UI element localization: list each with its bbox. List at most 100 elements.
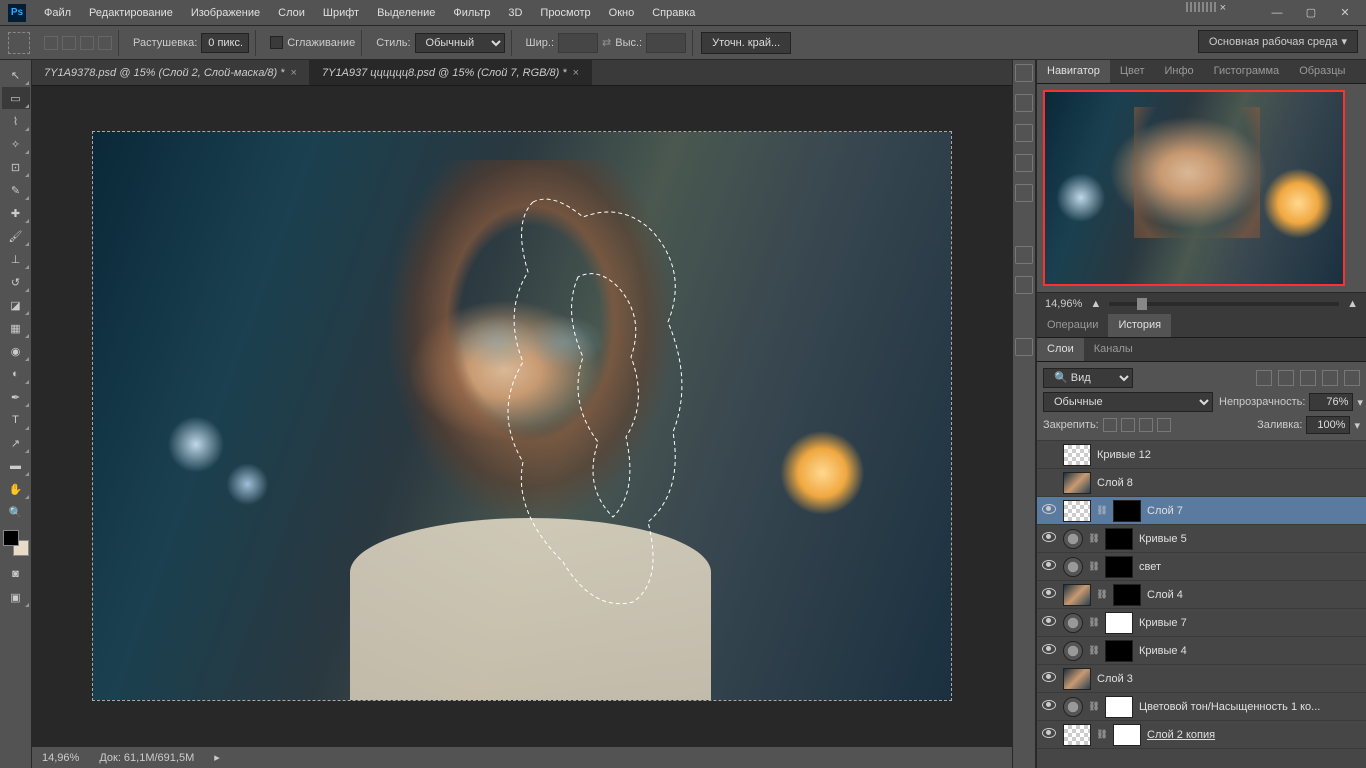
hand-tool[interactable]: ✋	[2, 478, 30, 500]
layer-row[interactable]: Кривые 12	[1037, 441, 1366, 469]
panel-icon[interactable]	[1015, 124, 1033, 142]
layer-list[interactable]: Кривые 12Слой 8⛓Слой 7⛓Кривые 5⛓свет⛓Сло…	[1037, 441, 1366, 768]
menu-view[interactable]: Просмотр	[532, 3, 598, 23]
layer-name[interactable]: Кривые 7	[1139, 617, 1362, 629]
brush-tool[interactable]: 🖌	[2, 225, 30, 247]
doc-tab-2[interactable]: 7Y1A937 цццццц8.psd @ 15% (Слой 7, RGB/8…	[310, 60, 592, 85]
layer-thumbnail[interactable]	[1105, 556, 1133, 578]
filter-shape-icon[interactable]	[1322, 370, 1338, 386]
link-icon[interactable]: ⛓	[1089, 700, 1099, 714]
layer-thumbnail[interactable]	[1063, 584, 1091, 606]
history-brush-tool[interactable]: ↺	[2, 271, 30, 293]
antialias-checkbox[interactable]	[270, 36, 283, 49]
nav-zoom-value[interactable]: 14,96%	[1045, 298, 1082, 310]
layer-name[interactable]: Слой 7	[1147, 505, 1362, 517]
visibility-toggle[interactable]	[1041, 588, 1057, 601]
tab-swatches[interactable]: Образцы	[1289, 60, 1355, 83]
wand-tool[interactable]: ✧	[2, 133, 30, 155]
screenmode-toggle[interactable]: ▣	[2, 586, 30, 608]
tab-color[interactable]: Цвет	[1110, 60, 1155, 83]
layer-row[interactable]: ⛓ Кривые 4	[1037, 637, 1366, 665]
visibility-toggle[interactable]	[1041, 560, 1057, 573]
menu-image[interactable]: Изображение	[183, 3, 268, 23]
filter-type-icon[interactable]	[1300, 370, 1316, 386]
marquee-tool[interactable]: ▭	[2, 87, 30, 109]
minimize-button[interactable]: —	[1264, 4, 1290, 22]
visibility-toggle[interactable]	[1041, 616, 1057, 629]
subtract-selection-icon[interactable]	[80, 36, 94, 50]
doc-tab-1[interactable]: 7Y1A9378.psd @ 15% (Слой 2, Слой-маска/8…	[32, 60, 310, 85]
layer-thumbnail[interactable]	[1113, 584, 1141, 606]
doc-size[interactable]: Док: 61,1M/691,5M	[99, 752, 194, 764]
quickmask-toggle[interactable]: ◙	[2, 563, 30, 585]
panel-icon[interactable]	[1015, 246, 1033, 264]
dodge-tool[interactable]: ◐	[2, 363, 30, 385]
visibility-toggle[interactable]	[1041, 700, 1057, 713]
lock-position-icon[interactable]	[1139, 418, 1153, 432]
add-selection-icon[interactable]	[62, 36, 76, 50]
tab-history[interactable]: История	[1108, 314, 1171, 337]
layer-name[interactable]: Слой 2 копия	[1147, 729, 1362, 741]
panel-icon[interactable]	[1015, 94, 1033, 112]
layer-thumbnail[interactable]	[1105, 696, 1133, 718]
layer-thumbnail[interactable]	[1063, 444, 1091, 466]
panel-icon[interactable]	[1015, 64, 1033, 82]
new-selection-icon[interactable]	[44, 36, 58, 50]
link-icon[interactable]: ⛓	[1089, 532, 1099, 546]
heal-tool[interactable]: ✚	[2, 202, 30, 224]
menu-edit[interactable]: Редактирование	[81, 3, 181, 23]
tab-info[interactable]: Инфо	[1155, 60, 1204, 83]
layer-thumbnail[interactable]	[1063, 529, 1083, 549]
tab-layers[interactable]: Слои	[1037, 338, 1084, 361]
layer-thumbnail[interactable]	[1063, 500, 1091, 522]
layer-name[interactable]: Кривые 12	[1097, 449, 1362, 461]
link-icon[interactable]: ⛓	[1089, 644, 1099, 658]
link-icon[interactable]: ⛓	[1097, 728, 1107, 742]
layer-thumbnail[interactable]	[1113, 500, 1141, 522]
layer-name[interactable]: Цветовой тон/Насыщенность 1 ко...	[1139, 701, 1362, 713]
filter-adj-icon[interactable]	[1278, 370, 1294, 386]
layer-row[interactable]: Слой 3	[1037, 665, 1366, 693]
layer-thumbnail[interactable]	[1105, 640, 1133, 662]
close-grip-icon[interactable]: ×	[1220, 2, 1226, 14]
intersect-selection-icon[interactable]	[98, 36, 112, 50]
feather-input[interactable]	[201, 33, 249, 53]
canvas[interactable]	[92, 131, 952, 701]
layer-row[interactable]: ⛓ Слой 2 копия	[1037, 721, 1366, 749]
crop-tool[interactable]: ⊡	[2, 156, 30, 178]
layer-row[interactable]: ⛓Кривые 5	[1037, 525, 1366, 553]
pen-tool[interactable]: ✒	[2, 386, 30, 408]
layer-name[interactable]: Слой 8	[1097, 477, 1362, 489]
visibility-toggle[interactable]	[1041, 672, 1057, 685]
style-select[interactable]: Обычный	[415, 33, 505, 53]
layer-name[interactable]: Кривые 4	[1139, 645, 1362, 657]
layer-thumbnail[interactable]	[1063, 641, 1083, 661]
filter-smart-icon[interactable]	[1344, 370, 1360, 386]
zoom-in-icon[interactable]: ▲	[1347, 298, 1358, 310]
layer-row[interactable]: ⛓Слой 4	[1037, 581, 1366, 609]
menu-layers[interactable]: Слои	[270, 3, 313, 23]
lock-all-icon[interactable]	[1157, 418, 1171, 432]
tab-actions[interactable]: Операции	[1037, 314, 1108, 337]
visibility-toggle[interactable]	[1041, 532, 1057, 545]
layer-thumbnail[interactable]	[1113, 724, 1141, 746]
layer-thumbnail[interactable]	[1063, 724, 1091, 746]
panel-icon[interactable]	[1015, 154, 1033, 172]
shape-tool[interactable]: ▬	[2, 455, 30, 477]
menu-file[interactable]: Файл	[36, 3, 79, 23]
menu-window[interactable]: Окно	[601, 3, 643, 23]
opacity-input[interactable]	[1309, 393, 1353, 411]
tab-channels[interactable]: Каналы	[1084, 338, 1143, 361]
layer-thumbnail[interactable]	[1063, 613, 1083, 633]
layer-name[interactable]: Слой 3	[1097, 673, 1362, 685]
panel-grip[interactable]: ×	[1186, 2, 1226, 14]
panel-icon[interactable]	[1015, 276, 1033, 294]
layer-thumbnail[interactable]	[1063, 472, 1091, 494]
blend-mode-select[interactable]: Обычные	[1043, 392, 1213, 412]
menu-select[interactable]: Выделение	[369, 3, 443, 23]
zoom-out-icon[interactable]: ▲	[1090, 298, 1101, 310]
link-icon[interactable]: ⛓	[1089, 560, 1099, 574]
move-tool[interactable]: ↖	[2, 64, 30, 86]
close-button[interactable]: ✕	[1332, 4, 1358, 22]
foreground-swatch[interactable]	[3, 530, 19, 546]
